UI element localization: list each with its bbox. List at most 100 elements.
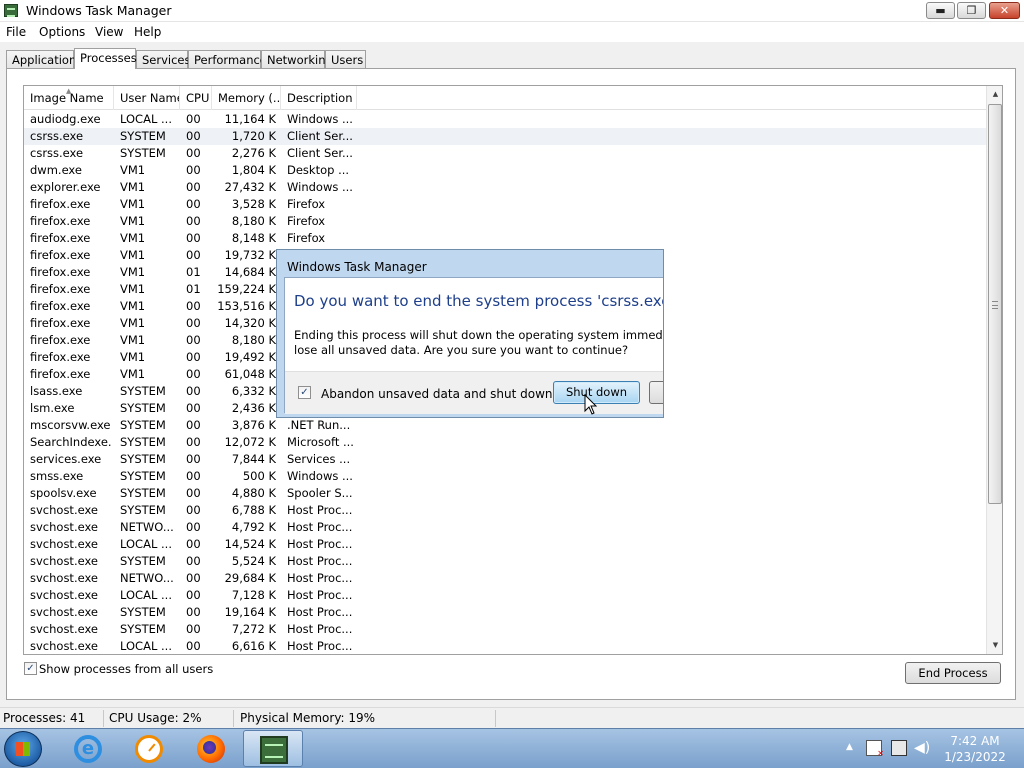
cell-memory: 2,276 K bbox=[231, 146, 276, 160]
cell-image-name: firefox.exe bbox=[30, 197, 91, 211]
table-row[interactable]: SearchIndexe... SYSTEM 00 12,072 K Microsoft… bbox=[24, 434, 986, 451]
table-row[interactable]: dwm.exe VM1 00 1,804 K Desktop ... bbox=[24, 162, 986, 179]
cell-image-name: smss.exe bbox=[30, 469, 84, 483]
table-row[interactable]: audiodg.exe LOCAL ... 00 11,164 K Windows ..… bbox=[24, 111, 986, 128]
table-row[interactable]: csrss.exe SYSTEM 00 2,276 K Client Ser... bbox=[24, 145, 986, 162]
column-image-name[interactable]: ▲ Image Name bbox=[24, 86, 114, 110]
dialog-message: Ending this process will shut down the o… bbox=[294, 328, 664, 358]
menu-file[interactable]: File bbox=[6, 25, 26, 39]
cell-description: Host Proc... bbox=[287, 571, 353, 585]
end-process-button[interactable]: End Process bbox=[905, 662, 1001, 684]
cell-image-name: svchost.exe bbox=[30, 588, 99, 602]
show-hidden-icons-icon[interactable]: ▲ bbox=[846, 742, 853, 752]
cell-user-name: VM1 bbox=[120, 163, 146, 177]
taskbar-task-manager[interactable] bbox=[243, 730, 303, 767]
cell-memory: 4,792 K bbox=[231, 520, 276, 534]
column-user-name[interactable]: User Name bbox=[114, 86, 180, 110]
cell-description: .NET Run... bbox=[287, 418, 351, 432]
cell-description: Host Proc... bbox=[287, 639, 353, 653]
table-row[interactable]: firefox.exe VM1 00 8,148 K Firefox bbox=[24, 230, 986, 247]
volume-icon[interactable]: ◀) bbox=[914, 740, 930, 756]
cell-memory: 29,684 K bbox=[224, 571, 276, 585]
table-row[interactable]: csrss.exe SYSTEM 00 1,720 K Client Ser... bbox=[24, 128, 986, 145]
table-row[interactable]: svchost.exe NETWO... 00 29,684 K Host Proc..… bbox=[24, 570, 986, 587]
table-row[interactable]: svchost.exe SYSTEM 00 6,788 K Host Proc... bbox=[24, 502, 986, 519]
network-icon[interactable] bbox=[891, 740, 907, 756]
scroll-up-icon[interactable]: ▲ bbox=[987, 86, 1002, 103]
column-cpu[interactable]: CPU bbox=[180, 86, 212, 110]
table-row[interactable]: mscorsvw.exe SYSTEM 00 3,876 K .NET Run... bbox=[24, 417, 986, 434]
cell-description: Host Proc... bbox=[287, 503, 353, 517]
cell-image-name: firefox.exe bbox=[30, 282, 91, 296]
close-button[interactable]: ✕ bbox=[989, 2, 1020, 19]
menu-view[interactable]: View bbox=[95, 25, 123, 39]
status-cpu: CPU Usage: 2% bbox=[109, 711, 202, 725]
table-row[interactable]: svchost.exe SYSTEM 00 7,272 K Host Proc... bbox=[24, 621, 986, 638]
cell-image-name: csrss.exe bbox=[30, 128, 112, 145]
minimize-button[interactable]: ▬ bbox=[926, 2, 955, 19]
tab-users[interactable]: Users bbox=[325, 50, 366, 68]
table-row[interactable]: smss.exe SYSTEM 00 500 K Windows ... bbox=[24, 468, 986, 485]
table-row[interactable]: firefox.exe VM1 00 3,528 K Firefox bbox=[24, 196, 986, 213]
internet-explorer-icon: e bbox=[74, 735, 102, 763]
table-row[interactable]: svchost.exe LOCAL ... 00 14,524 K Host Proc.… bbox=[24, 536, 986, 553]
cell-memory: 14,524 K bbox=[224, 537, 276, 551]
cell-user-name: LOCAL ... bbox=[120, 537, 172, 551]
cell-user-name: LOCAL ... bbox=[120, 639, 172, 653]
table-row[interactable]: explorer.exe VM1 00 27,432 K Windows ... bbox=[24, 179, 986, 196]
menu-help[interactable]: Help bbox=[134, 25, 161, 39]
cancel-button[interactable]: C bbox=[649, 381, 663, 404]
table-row[interactable]: firefox.exe VM1 00 8,180 K Firefox bbox=[24, 213, 986, 230]
taskbar-firefox[interactable] bbox=[181, 730, 241, 767]
table-row[interactable]: svchost.exe NETWO... 00 4,792 K Host Proc... bbox=[24, 519, 986, 536]
table-row[interactable]: spoolsv.exe SYSTEM 00 4,880 K Spooler S... bbox=[24, 485, 986, 502]
cell-image-name: svchost.exe bbox=[30, 571, 99, 585]
tab-networking[interactable]: Networking bbox=[261, 50, 333, 68]
column-description[interactable]: Description bbox=[281, 86, 357, 110]
maximize-button[interactable]: ❐ bbox=[957, 2, 986, 19]
system-clock[interactable]: 7:42 AM 1/23/2022 bbox=[940, 733, 1010, 765]
tab-performance[interactable]: Performance bbox=[188, 50, 267, 68]
cell-memory: 27,432 K bbox=[224, 180, 276, 194]
show-all-users-checkbox[interactable]: ✓ bbox=[24, 662, 37, 675]
cell-cpu: 01 bbox=[186, 265, 201, 279]
cell-image-name: mscorsvw.exe bbox=[30, 418, 111, 432]
cell-cpu: 00 bbox=[186, 520, 201, 534]
firefox-icon bbox=[197, 735, 225, 763]
cell-memory: 8,180 K bbox=[231, 214, 276, 228]
end-process-dialog: Windows Task Manager Do you want to end … bbox=[276, 249, 664, 418]
tab-applications[interactable]: Applications bbox=[6, 50, 82, 68]
cell-user-name: VM1 bbox=[120, 265, 146, 279]
cell-image-name: lsm.exe bbox=[30, 401, 75, 415]
table-row[interactable]: svchost.exe LOCAL ... 00 6,616 K Host Proc..… bbox=[24, 638, 986, 654]
table-row[interactable]: svchost.exe SYSTEM 00 19,164 K Host Proc... bbox=[24, 604, 986, 621]
cell-user-name: SYSTEM bbox=[120, 486, 166, 500]
start-button[interactable] bbox=[4, 731, 42, 767]
action-center-icon[interactable] bbox=[866, 740, 884, 758]
taskbar-clock-app[interactable] bbox=[119, 730, 179, 767]
table-row[interactable]: svchost.exe LOCAL ... 00 7,128 K Host Proc..… bbox=[24, 587, 986, 604]
taskbar-internet-explorer[interactable]: e bbox=[58, 730, 118, 767]
cell-memory: 61,048 K bbox=[224, 367, 276, 381]
tab-processes[interactable]: Processes bbox=[74, 48, 137, 69]
column-memory[interactable]: Memory (... bbox=[212, 86, 281, 110]
cell-memory: 3,876 K bbox=[231, 418, 276, 432]
cell-image-name: SearchIndexe... bbox=[30, 435, 112, 449]
scroll-down-icon[interactable]: ▼ bbox=[987, 637, 1002, 654]
cell-cpu: 00 bbox=[186, 214, 201, 228]
scroll-thumb[interactable] bbox=[988, 104, 1002, 504]
cell-image-name: services.exe bbox=[30, 452, 102, 466]
show-all-users-label: Show processes from all users bbox=[39, 662, 214, 676]
table-row[interactable]: svchost.exe SYSTEM 00 5,524 K Host Proc... bbox=[24, 553, 986, 570]
cell-cpu: 00 bbox=[186, 571, 201, 585]
cell-description: Firefox bbox=[287, 214, 326, 228]
abandon-data-checkbox[interactable]: ✓ bbox=[298, 386, 311, 399]
vertical-scrollbar[interactable]: ▲ ▼ bbox=[986, 86, 1002, 654]
dialog-message-line: Ending this process will shut down the o… bbox=[294, 328, 664, 342]
cell-image-name: svchost.exe bbox=[30, 520, 99, 534]
table-row[interactable]: services.exe SYSTEM 00 7,844 K Services ... bbox=[24, 451, 986, 468]
tab-services[interactable]: Services bbox=[136, 50, 191, 68]
cell-user-name: VM1 bbox=[120, 316, 146, 330]
menu-options[interactable]: Options bbox=[39, 25, 85, 39]
cell-memory: 1,720 K bbox=[214, 128, 276, 145]
